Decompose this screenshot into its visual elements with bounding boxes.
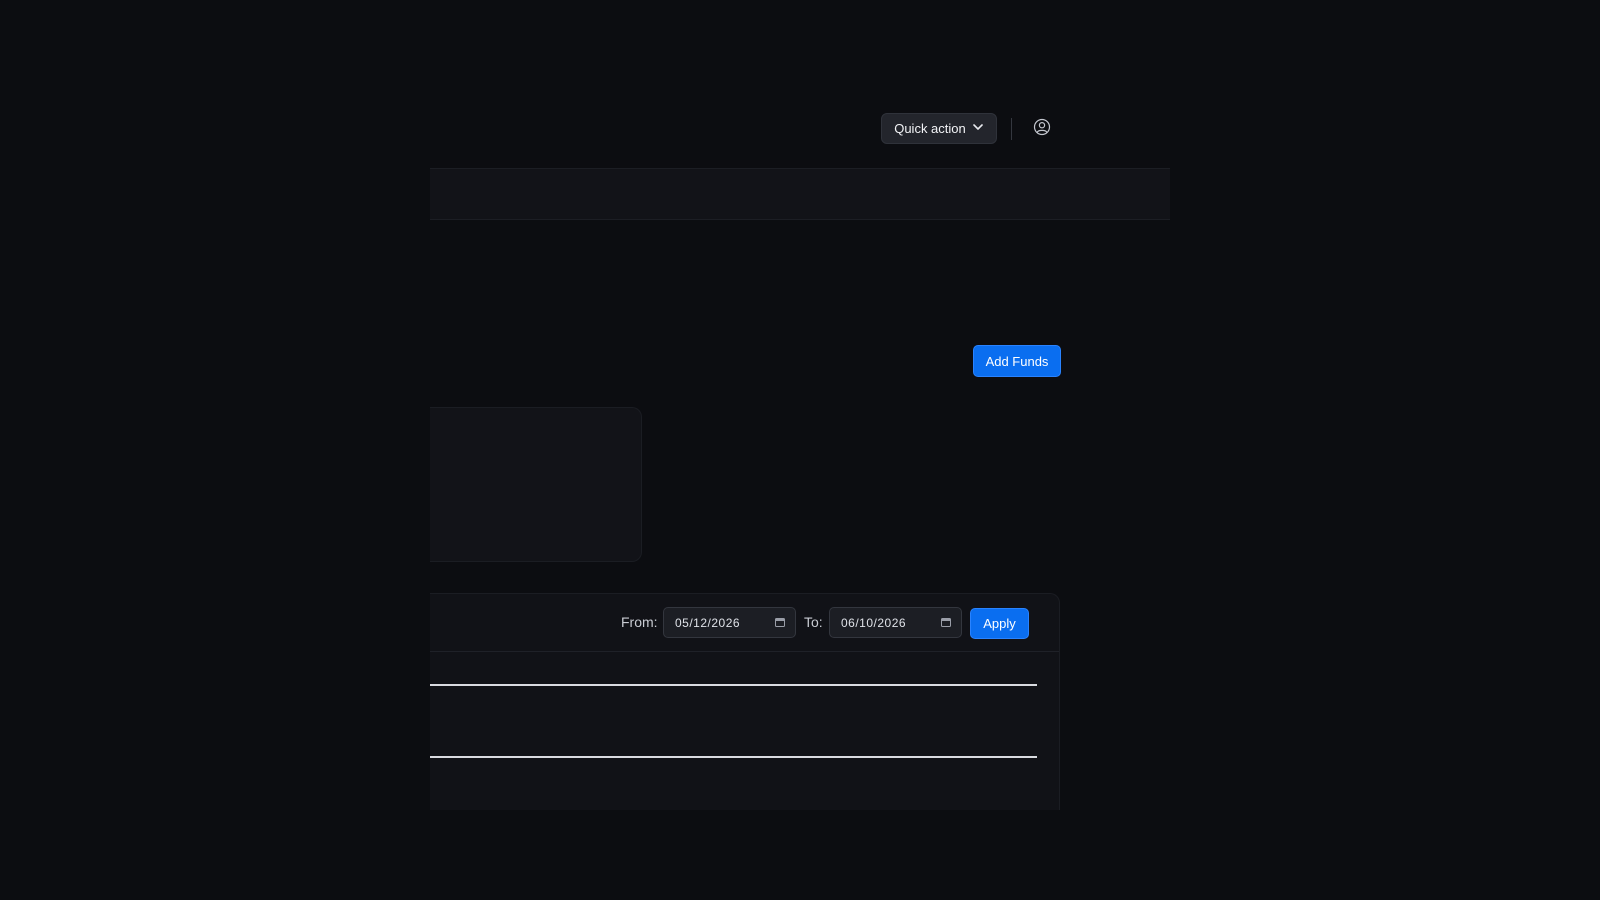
from-date-input[interactable]: 05/12/2026	[663, 607, 796, 638]
chevron-down-icon	[972, 121, 984, 136]
apply-button[interactable]: Apply	[970, 608, 1029, 639]
top-header: Quick action	[430, 100, 1170, 168]
from-label: From:	[621, 614, 658, 630]
balance-card	[430, 407, 642, 562]
user-circle-icon	[1033, 118, 1051, 141]
table-row-divider	[430, 684, 1037, 686]
page: Quick action Add Funds From: 05/12/2026	[0, 0, 1600, 900]
to-date-input[interactable]: 06/10/2026	[829, 607, 962, 638]
calendar-icon[interactable]	[941, 616, 951, 630]
user-profile-button[interactable]	[1030, 117, 1054, 141]
quick-action-label: Quick action	[894, 121, 966, 136]
transactions-panel: From: 05/12/2026 To: 06/10/2026 Apply	[430, 593, 1060, 810]
table-row-divider	[430, 756, 1037, 758]
secondary-nav-bar	[430, 168, 1170, 220]
from-date-value: 05/12/2026	[675, 615, 741, 630]
to-label: To:	[804, 614, 823, 630]
calendar-icon[interactable]	[775, 616, 785, 630]
quick-action-button[interactable]: Quick action	[881, 113, 997, 144]
date-filter-toolbar: From: 05/12/2026 To: 06/10/2026 Apply	[430, 594, 1059, 652]
add-funds-button[interactable]: Add Funds	[973, 345, 1061, 377]
header-divider	[1011, 118, 1012, 140]
to-date-value: 06/10/2026	[841, 615, 907, 630]
